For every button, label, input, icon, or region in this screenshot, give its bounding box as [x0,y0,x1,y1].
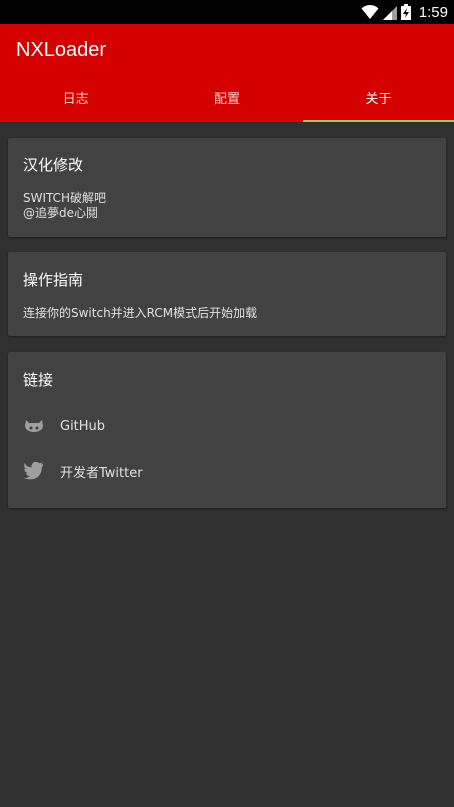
credits-line-1: SWITCH破解吧 [23,191,107,205]
credits-card: 汉化修改 SWITCH破解吧 @追夢de心鬩 [8,138,446,237]
clock: 1:59 [418,3,448,21]
tab-about[interactable]: 关于 [302,84,454,122]
status-bar: 1:59 [0,0,454,24]
tab-bar: 日志 配置 关于 [0,84,454,122]
github-icon [25,420,43,432]
signal-icon [382,5,397,20]
guide-title: 操作指南 [23,271,84,289]
tab-config[interactable]: 配置 [151,84,302,122]
guide-card: 操作指南 连接你的Switch并进入RCM模式后开始加载 [8,252,446,336]
github-link[interactable]: GitHub [8,406,446,446]
credits-title: 汉化修改 [23,156,84,174]
links-card: 链接 GitHub 开发者Twitter [8,352,446,508]
twitter-label: 开发者Twitter [60,465,143,481]
app-bar: NXLoader 日志 配置 关于 [0,24,454,122]
credits-line-2: @追夢de心鬩 [23,206,99,220]
github-label: GitHub [60,418,106,434]
wifi-icon [361,4,379,19]
tab-log[interactable]: 日志 [0,84,151,122]
app-title: NXLoader [16,39,107,61]
twitter-icon [23,461,44,480]
battery-icon [400,4,411,20]
status-icons: 1:59 [361,3,448,21]
guide-text: 连接你的Switch并进入RCM模式后开始加载 [23,306,258,320]
links-title: 链接 [23,371,54,389]
twitter-link[interactable]: 开发者Twitter [8,451,446,491]
